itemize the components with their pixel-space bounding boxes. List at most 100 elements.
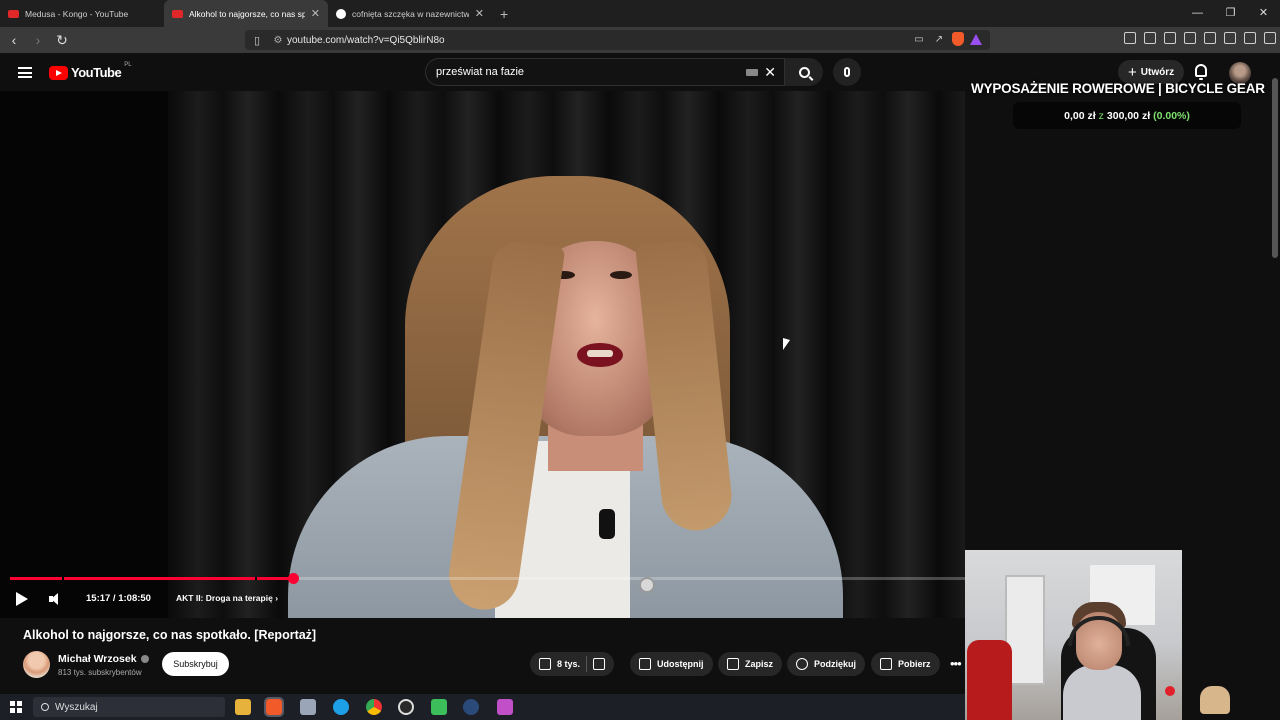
verified-badge-icon <box>140 655 149 663</box>
close-tab-icon[interactable]: ✕ <box>311 7 320 20</box>
goal-target: 300,00 zł <box>1106 109 1151 122</box>
screen: Medusa - Kongo - YouTube Alkohol to najg… <box>0 0 1280 720</box>
browser-tab-2[interactable]: Alkohol to najgorsze, co nas spo ✕ <box>164 0 328 27</box>
video-progress-bar[interactable] <box>10 573 965 584</box>
share-icon[interactable]: ↗ <box>932 32 946 46</box>
dislike-icon[interactable] <box>593 658 606 670</box>
steam-icon[interactable] <box>463 699 479 715</box>
media-icon[interactable] <box>1164 32 1176 44</box>
subscriber-count: 813 tys. subskrybentów <box>58 668 142 677</box>
chapter-button[interactable]: AKT II: Droga na terapię › <box>176 593 278 603</box>
goal-percent: (0.00%) <box>1153 109 1190 122</box>
youtube-wordmark: YouTube <box>71 65 122 80</box>
thanks-label: Podziękuj <box>814 659 857 669</box>
webcam-overlay <box>965 550 1182 720</box>
goal-current: 0,00 zł <box>1064 109 1096 122</box>
media-player-icon[interactable] <box>431 699 447 715</box>
brave-browser-icon[interactable] <box>264 697 284 717</box>
search-button[interactable] <box>785 58 823 86</box>
channel-name-link[interactable]: Michał Wrzosek <box>58 653 149 665</box>
windows-start-icon[interactable] <box>10 701 22 713</box>
youtube-play-icon <box>49 65 68 80</box>
download-label: Pobierz <box>898 659 931 669</box>
progress-scrubber-handle[interactable] <box>287 573 299 584</box>
google-favicon-icon <box>336 8 346 19</box>
channel-avatar[interactable] <box>23 651 50 678</box>
keyboard-icon[interactable] <box>746 69 758 76</box>
save-button[interactable]: Zapisz <box>718 652 783 676</box>
save-label: Zapisz <box>745 659 774 669</box>
search-query: przeświat na fazie <box>436 66 525 78</box>
search-icon <box>41 703 49 711</box>
volume-icon[interactable] <box>49 593 62 605</box>
thanks-icon <box>796 658 808 670</box>
app-icon[interactable] <box>497 699 513 715</box>
edge-icon[interactable] <box>333 699 349 715</box>
taskbar-search-input[interactable]: Wyszukaj <box>33 697 225 717</box>
extension-icons <box>1124 32 1276 44</box>
obs-icon[interactable] <box>398 699 414 715</box>
voice-search-button[interactable] <box>833 58 861 86</box>
chapter-marker <box>255 577 257 580</box>
clear-search-icon[interactable]: ✕ <box>764 64 776 81</box>
close-window-icon[interactable]: ✕ <box>1247 0 1280 27</box>
leo-icon[interactable] <box>1224 32 1236 44</box>
chrome-icon[interactable] <box>366 699 382 715</box>
youtube-logo[interactable]: YouTube PL <box>49 62 132 80</box>
webcam-red-chair <box>967 640 1012 720</box>
webcam-person-body <box>1063 665 1141 720</box>
like-count[interactable]: 8 tys. <box>557 659 580 669</box>
overlay-goal-title: WYPOSAŻENIE ROWEROWE | BICYCLE GEAR <box>971 81 1265 96</box>
notifications-bell-icon[interactable] <box>1195 64 1207 80</box>
brave-shields-icon[interactable] <box>952 32 964 46</box>
browser-tab-3[interactable]: cofnięta szczęka w nazewnictwie leka ✕ <box>328 0 492 27</box>
tab-title: cofnięta szczęka w nazewnictwie leka <box>352 8 469 19</box>
video-subject-eye <box>610 271 632 279</box>
url-text: youtube.com/watch?v=Qi5QblirN8o <box>287 34 445 46</box>
browser-tab-1[interactable]: Medusa - Kongo - YouTube <box>0 0 164 27</box>
browser-toolbar: ‹ › ↻ ▯ ⚙ youtube.com/watch?v=Qi5QblirN8… <box>0 27 1280 53</box>
vpn-icon[interactable] <box>1244 32 1256 44</box>
video-controls: 15:17 / 1:08:50 AKT II: Droga na terapię… <box>0 588 965 610</box>
wallet-icon[interactable] <box>1204 32 1216 44</box>
video-player[interactable] <box>0 91 965 618</box>
download-button[interactable]: Pobierz <box>871 652 940 676</box>
restore-icon[interactable]: ❐ <box>1214 0 1247 27</box>
share-label: Udostępnij <box>657 659 704 669</box>
search-input[interactable]: przeświat na fazie ✕ <box>425 58 785 86</box>
chapter-marker <box>62 577 64 580</box>
goal-separator: z <box>1098 109 1104 122</box>
reload-icon[interactable]: ↻ <box>52 32 72 49</box>
forward-icon[interactable]: › <box>28 32 48 48</box>
country-code: PL <box>124 62 132 68</box>
channel-name: Michał Wrzosek <box>58 653 137 665</box>
brave-rewards-icon[interactable] <box>970 33 982 45</box>
new-tab-icon[interactable]: + <box>492 6 516 22</box>
cast-icon[interactable]: ▭ <box>912 32 926 46</box>
subscribe-button[interactable]: Subskrybuj <box>162 652 229 676</box>
back-icon[interactable]: ‹ <box>4 32 24 48</box>
like-icon[interactable] <box>539 658 551 670</box>
close-tab-icon[interactable]: ✕ <box>475 7 484 20</box>
site-info-icon[interactable]: ⚙ <box>269 35 287 46</box>
menu-icon[interactable] <box>1264 32 1276 44</box>
video-title: Alkohol to najgorsze, co nas spotkało. [… <box>23 628 317 642</box>
minimize-icon[interactable]: — <box>1181 0 1214 27</box>
extensions-icon[interactable] <box>1124 32 1136 44</box>
search-icon <box>798 66 810 78</box>
address-bar[interactable]: ▯ ⚙ youtube.com/watch?v=Qi5QblirN8o ▭ ↗ <box>245 30 990 50</box>
reader-icon[interactable] <box>1144 32 1156 44</box>
video-time: 15:17 / 1:08:50 <box>86 593 151 604</box>
share-button[interactable]: Udostępnij <box>630 652 713 676</box>
scrollbar-thumb[interactable] <box>1272 78 1278 258</box>
chapter-title: AKT II: Droga na terapię <box>176 593 273 603</box>
hamburger-menu-icon[interactable] <box>18 67 32 78</box>
sidebar-icon[interactable] <box>1184 32 1196 44</box>
store-icon[interactable] <box>300 699 316 715</box>
more-actions-icon[interactable]: ••• <box>950 656 962 671</box>
file-explorer-icon[interactable] <box>235 699 251 715</box>
bookmark-icon[interactable]: ▯ <box>245 34 269 47</box>
thanks-button[interactable]: Podziękuj <box>787 652 866 676</box>
play-icon[interactable] <box>16 592 28 606</box>
create-label: Utwórz <box>1140 66 1175 78</box>
